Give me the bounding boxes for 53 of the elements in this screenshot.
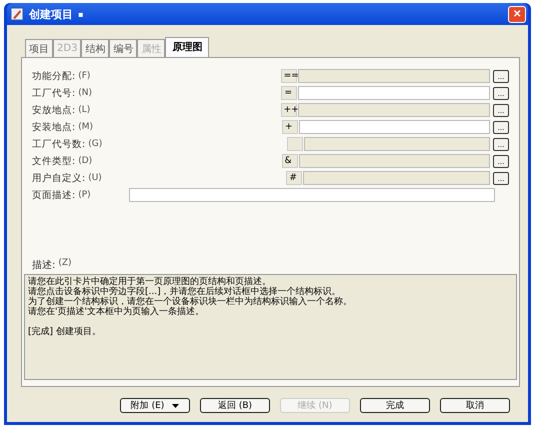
hotkey-hint: (U) [88, 173, 103, 183]
dialog-button[interactable]: 附加 (E) [120, 398, 190, 413]
field-label: 文件类型: [32, 154, 76, 168]
window-title: 创建项目 [29, 6, 73, 22]
hotkey-hint: (F) [78, 71, 92, 81]
caret-icon [172, 404, 180, 408]
browse-button[interactable]: ... [493, 138, 510, 150]
text-field[interactable] [298, 86, 490, 100]
field-label: 工厂代号: [32, 86, 76, 100]
field-label: 页面描述: [32, 188, 76, 202]
prefix-field: # [286, 171, 302, 185]
field-label: 工厂代号数: [32, 138, 86, 150]
dialog-button[interactable]: 取消 [440, 398, 510, 413]
tab[interactable]: 项目 [25, 39, 53, 57]
browse-button[interactable]: ... [493, 154, 509, 168]
description-line: 请您在'页描述'文本框中为页输入一条描述。 [28, 307, 205, 317]
tab[interactable]: 原理图 [165, 37, 210, 57]
prefix-field: = [281, 86, 298, 100]
description-line: 请您在此引卡片中确定用于第一页原理图的页结构和页描述。 [28, 277, 271, 287]
hotkey-hint: (P) [78, 190, 92, 200]
browse-button[interactable]: ... [493, 70, 509, 82]
hotkey-hint: (Z) [58, 258, 72, 270]
text-field[interactable] [299, 120, 490, 134]
prefix-field: & [282, 154, 298, 168]
hotkey-hint: (G) [88, 139, 104, 149]
description-label: 描述: [32, 258, 56, 272]
text-field[interactable] [129, 188, 495, 202]
hotkey-hint: (N) [78, 88, 93, 98]
browse-button[interactable]: ... [493, 172, 510, 184]
title-marker: ▪ [78, 10, 84, 18]
browse-button[interactable]: ... [493, 104, 509, 116]
description-line: 为了创建一个结构标识，请您在一个设备标识块一栏中为结构标识输入一个名称。 [28, 297, 353, 307]
description-line: [完成] 创建项目。 [28, 327, 102, 337]
close-button[interactable]: ✕ [508, 6, 526, 22]
field-label: 安放地点: [32, 104, 76, 116]
description-line: 请您点击设备标识中旁边字段[...]，并请您在后续对话框中选择一个结构标识。 [28, 287, 341, 297]
browse-button[interactable]: ... [493, 120, 509, 134]
prefix-field: == [280, 69, 297, 83]
hotkey-hint: (L) [78, 105, 92, 115]
tab[interactable]: 编号 [109, 39, 138, 57]
prefix-field: ++ [280, 103, 297, 117]
field-label: 用户自定义: [32, 172, 86, 184]
tab[interactable]: 结构 [81, 39, 110, 57]
app-icon [10, 7, 24, 21]
prefix-field [286, 137, 303, 151]
dialog-button[interactable]: 完成 [360, 398, 430, 413]
browse-button[interactable]: ... [493, 86, 509, 100]
field-label: 功能分配: [32, 70, 76, 82]
hotkey-hint: (M) [78, 122, 94, 132]
field-label: 安装地点: [32, 120, 76, 134]
hotkey-hint: (D) [78, 156, 94, 166]
prefix-field: + [282, 120, 298, 134]
dialog-button[interactable]: 返回 (B) [200, 398, 270, 413]
